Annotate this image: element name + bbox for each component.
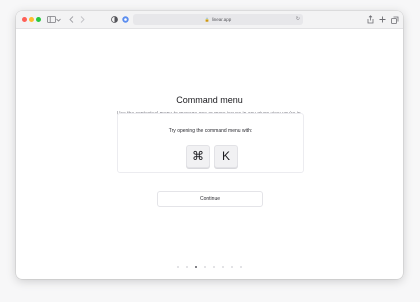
reload-icon[interactable]: ↻ bbox=[296, 14, 300, 25]
pagination-dot[interactable] bbox=[186, 266, 188, 268]
chevron-down-icon[interactable] bbox=[55, 14, 61, 25]
pagination-dot[interactable] bbox=[195, 266, 197, 268]
back-icon[interactable] bbox=[66, 14, 77, 25]
pagination-dot[interactable] bbox=[240, 266, 242, 268]
pagination-dot[interactable] bbox=[222, 266, 224, 268]
address-bar[interactable]: 🔒 linear.app ↻ bbox=[133, 14, 303, 25]
shield-icon[interactable] bbox=[109, 14, 120, 25]
tabs-icon[interactable] bbox=[389, 14, 400, 25]
close-window-button[interactable] bbox=[22, 17, 27, 22]
url-text: linear.app bbox=[211, 17, 232, 22]
extension-icon[interactable] bbox=[120, 14, 131, 25]
lock-icon: 🔒 bbox=[204, 17, 210, 22]
pagination-dot[interactable] bbox=[177, 266, 179, 268]
browser-window: 🔒linear.app ↻ Command menu Use the conte… bbox=[16, 11, 403, 279]
command-key: ⌘ bbox=[186, 145, 210, 168]
pagination-dot[interactable] bbox=[213, 266, 215, 268]
minimize-window-button[interactable] bbox=[29, 17, 34, 22]
continue-button[interactable]: Continue bbox=[157, 191, 263, 207]
share-icon[interactable] bbox=[365, 14, 376, 25]
zoom-window-button[interactable] bbox=[36, 17, 41, 22]
pagination-dots bbox=[16, 266, 403, 268]
forward-icon[interactable] bbox=[77, 14, 88, 25]
k-key: K bbox=[214, 145, 238, 168]
demo-label: Try opening the command menu with: bbox=[168, 128, 253, 134]
pagination-dot[interactable] bbox=[231, 266, 233, 268]
new-tab-icon[interactable] bbox=[377, 14, 388, 25]
page-title: Command menu bbox=[176, 95, 243, 105]
command-menu-demo: Try opening the command menu with: ⌘ K bbox=[117, 113, 304, 173]
pagination-dot[interactable] bbox=[204, 266, 206, 268]
browser-toolbar: 🔒 linear.app ↻ bbox=[16, 11, 403, 29]
